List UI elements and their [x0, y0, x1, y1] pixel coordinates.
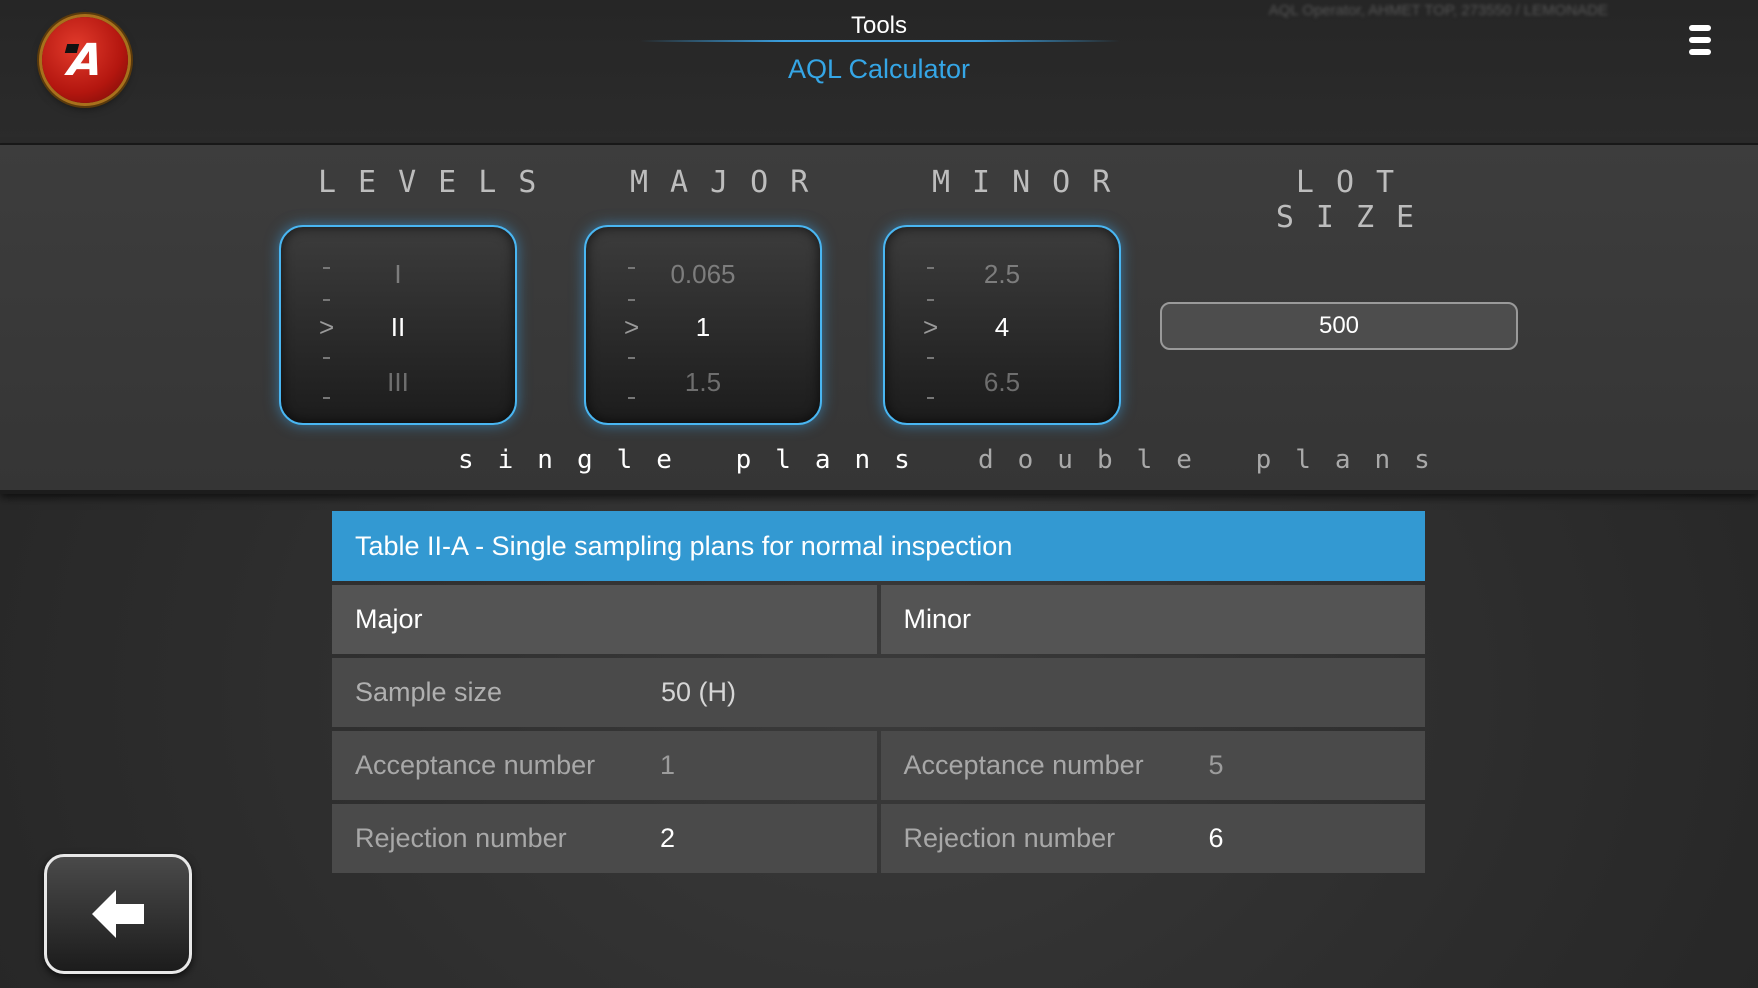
- major-next[interactable]: 1.5: [586, 367, 820, 398]
- sampling-plan-table: Table II-A - Single sampling plans for n…: [332, 511, 1425, 873]
- major-acceptance-label: Acceptance number: [355, 750, 596, 780]
- minor-acceptance-value: 5: [1208, 750, 1224, 780]
- table-title: Table II-A - Single sampling plans for n…: [332, 511, 1425, 581]
- minor-rejection-value: 6: [1208, 823, 1224, 853]
- levels-label: LEVELS: [318, 165, 559, 200]
- table-row: Sample size 50 (H): [332, 658, 1425, 727]
- levels-next[interactable]: III: [281, 367, 515, 398]
- major-acceptance-value: 1: [660, 750, 676, 780]
- minor-prev[interactable]: 2.5: [885, 259, 1119, 290]
- major-picker[interactable]: > 0.065 1 1.5: [584, 225, 822, 425]
- title-divider: [640, 40, 1120, 42]
- levels-prev[interactable]: I: [281, 259, 515, 290]
- arrow-left-icon: [92, 890, 144, 938]
- levels-current: II: [390, 312, 406, 342]
- major-column-header: Major: [332, 585, 877, 654]
- user-info: AQL Operator, AHMET TOP, 273550 / LEMONA…: [1268, 2, 1608, 19]
- hamburger-menu-icon[interactable]: [1689, 25, 1711, 63]
- minor-next[interactable]: 6.5: [885, 367, 1119, 398]
- app-header: A Tools AQL Calculator AQL Operator, AHM…: [0, 0, 1758, 145]
- minor-column-header: Minor: [880, 585, 1425, 654]
- major-rejection-label: Rejection number: [355, 823, 567, 853]
- minor-picker[interactable]: > 2.5 4 6.5: [883, 225, 1121, 425]
- sample-size-label: Sample size: [355, 677, 503, 707]
- table-header-row: Major Minor: [332, 585, 1425, 654]
- lot-size-label: LOT SIZE: [1275, 165, 1437, 235]
- major-rejection-cell: Rejection number 2: [332, 804, 877, 873]
- sample-size-cell: Sample size 50 (H): [332, 658, 1425, 727]
- lot-size-input[interactable]: [1160, 302, 1518, 350]
- minor-acceptance-cell: Acceptance number 5: [880, 731, 1425, 800]
- minor-label: MINOR: [932, 165, 1133, 200]
- double-plans-tab[interactable]: double plans: [978, 445, 1454, 475]
- minor-rejection-label: Rejection number: [903, 823, 1116, 853]
- major-current: 1: [695, 312, 711, 342]
- selector-panel: LEVELS MAJOR MINOR LOT SIZE > I II III >…: [0, 145, 1758, 494]
- minor-current: 4: [994, 312, 1010, 342]
- major-acceptance-cell: Acceptance number 1: [332, 731, 877, 800]
- table-row: Rejection number 2 Rejection number 6: [332, 804, 1425, 873]
- levels-picker[interactable]: > I II III: [279, 225, 517, 425]
- major-rejection-value: 2: [660, 823, 676, 853]
- minor-rejection-cell: Rejection number 6: [880, 804, 1425, 873]
- back-button[interactable]: [44, 854, 192, 974]
- single-plans-tab[interactable]: single plans: [458, 445, 934, 475]
- minor-acceptance-label: Acceptance number: [903, 750, 1144, 780]
- sample-size-value: 50 (H): [661, 677, 737, 707]
- page-title: AQL Calculator: [787, 54, 971, 84]
- major-label: MAJOR: [630, 165, 831, 200]
- major-prev[interactable]: 0.065: [586, 259, 820, 290]
- table-row: Acceptance number 1 Acceptance number 5: [332, 731, 1425, 800]
